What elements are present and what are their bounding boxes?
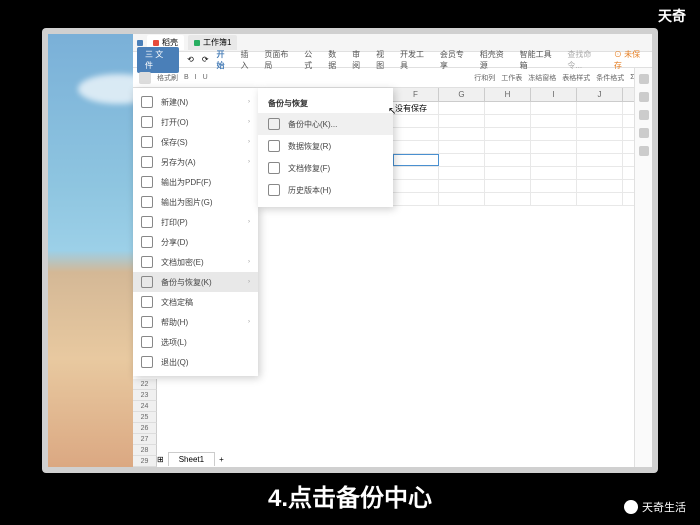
exit-icon: [141, 356, 153, 368]
backup-icon: [141, 276, 153, 288]
grid-row[interactable]: 没有保存: [393, 102, 652, 115]
row-numbers: 2223242526272829: [133, 379, 157, 467]
menu-bar: 三 文件 ⟲ ⟳ 开始 插入 页面布局 公式 数据 审阅 视图 开发工具 会员专…: [133, 52, 652, 68]
qat-icon[interactable]: ⟳: [202, 55, 209, 64]
row-header[interactable]: 29: [133, 456, 157, 467]
mouse-cursor: ↖: [388, 106, 396, 117]
submenu-title: 备份与恢复: [258, 94, 393, 113]
file-menu-finalize[interactable]: 文档定稿: [133, 292, 258, 312]
file-menu-new[interactable]: 新建(N)›: [133, 92, 258, 112]
ribbon-row-1: 格式刷 B I U 行和列 工作表 冻结窗格 表格样式 条件格式 Σ ▽: [133, 68, 652, 88]
file-menu-pdf[interactable]: 输出为PDF(F): [133, 172, 258, 192]
app-icon: [137, 40, 143, 46]
ribbon-underline[interactable]: U: [203, 74, 208, 81]
save-icon: [141, 136, 153, 148]
col-header[interactable]: J: [577, 88, 623, 101]
chevron-right-icon: ›: [248, 99, 250, 105]
repair-icon: [268, 162, 280, 174]
backup-center-icon: [268, 118, 280, 130]
finalize-icon: [141, 296, 153, 308]
open-icon: [141, 116, 153, 128]
file-menu-exit[interactable]: 退出(Q): [133, 352, 258, 372]
file-menu-share[interactable]: 分享(D): [133, 232, 258, 252]
file-menu-options[interactable]: 选项(L): [133, 332, 258, 352]
ribbon-icon[interactable]: [139, 72, 151, 84]
sheet-tabs: ⊞ Sheet1 +: [157, 451, 224, 467]
share-icon: [141, 236, 153, 248]
submenu-data-recovery[interactable]: 数据恢复(R): [258, 135, 393, 157]
selected-cell[interactable]: [393, 154, 439, 166]
tab-nav-icon[interactable]: ⊞: [157, 455, 164, 464]
col-header[interactable]: I: [531, 88, 577, 101]
col-header[interactable]: G: [439, 88, 485, 101]
column-headers: F G H I J K: [393, 88, 652, 102]
row-header[interactable]: 27: [133, 434, 157, 445]
sheet-icon: [194, 40, 200, 46]
add-sheet-icon[interactable]: +: [219, 455, 224, 464]
row-header[interactable]: 22: [133, 379, 157, 390]
ribbon-label[interactable]: 条件格式: [596, 73, 624, 83]
ribbon-label[interactable]: 格式刷: [157, 73, 178, 83]
help-icon: [141, 316, 153, 328]
ribbon-italic[interactable]: I: [195, 74, 197, 81]
sidebar-icon[interactable]: [639, 74, 649, 84]
gear-icon: [141, 336, 153, 348]
right-sidebar: [634, 68, 652, 467]
ribbon-label[interactable]: 行和列: [474, 73, 495, 83]
row-header[interactable]: 26: [133, 423, 157, 434]
file-menu-help[interactable]: 帮助(H)›: [133, 312, 258, 332]
file-menu-open[interactable]: 打开(O)›: [133, 112, 258, 132]
ribbon-bold[interactable]: B: [184, 74, 189, 81]
submenu-backup-center[interactable]: 备份中心(K)...: [258, 113, 393, 135]
qat-icon[interactable]: ⟲: [187, 55, 194, 64]
file-menu-print[interactable]: 打印(P)›: [133, 212, 258, 232]
row-header[interactable]: 23: [133, 390, 157, 401]
saveas-icon: [141, 156, 153, 168]
lock-icon: [141, 256, 153, 268]
monitor-frame: 稻壳 工作簿1 三 文件 ⟲ ⟳ 开始 插入 页面布局 公式 数据 审阅 视图 …: [42, 28, 658, 473]
sidebar-icon[interactable]: [639, 110, 649, 120]
sheet-tab[interactable]: Sheet1: [168, 452, 215, 466]
wps-spreadsheet-window: 稻壳 工作簿1 三 文件 ⟲ ⟳ 开始 插入 页面布局 公式 数据 审阅 视图 …: [133, 34, 652, 467]
col-header[interactable]: H: [485, 88, 531, 101]
sidebar-icon[interactable]: [639, 92, 649, 102]
file-menu-saveas[interactable]: 另存为(A)›: [133, 152, 258, 172]
row-header[interactable]: 25: [133, 412, 157, 423]
new-icon: [141, 96, 153, 108]
file-menu-panel: 新建(N)› 打开(O)› 保存(S)› 另存为(A)› 输出为PDF(F) 输…: [133, 88, 258, 376]
file-menu-backup[interactable]: 备份与恢复(K)›: [133, 272, 258, 292]
row-header[interactable]: 28: [133, 445, 157, 456]
main-area: 新建(N)› 打开(O)› 保存(S)› 另存为(A)› 输出为PDF(F) 输…: [133, 88, 652, 467]
file-menu-save[interactable]: 保存(S)›: [133, 132, 258, 152]
row-header[interactable]: 24: [133, 401, 157, 412]
ribbon-label[interactable]: 表格样式: [562, 73, 590, 83]
docer-icon: [153, 40, 159, 46]
backup-submenu: 备份与恢复 备份中心(K)... 数据恢复(R) 文档修复(F) 历史版本(H): [258, 88, 393, 207]
cell[interactable]: 没有保存: [393, 102, 439, 114]
ribbon-label[interactable]: 工作表: [501, 73, 522, 83]
ribbon-label[interactable]: 冻结窗格: [528, 73, 556, 83]
submenu-doc-repair[interactable]: 文档修复(F): [258, 157, 393, 179]
spreadsheet-grid[interactable]: F G H I J K 没有保存: [393, 88, 652, 467]
sidebar-icon[interactable]: [639, 146, 649, 156]
col-header[interactable]: F: [393, 88, 439, 101]
print-icon: [141, 216, 153, 228]
top-watermark: 天奇: [658, 6, 686, 26]
history-icon: [268, 184, 280, 196]
tutorial-caption: 4.点击备份中心: [268, 478, 432, 513]
image-icon: [141, 196, 153, 208]
submenu-history[interactable]: 历史版本(H): [258, 179, 393, 201]
file-menu-image[interactable]: 输出为图片(G): [133, 192, 258, 212]
desktop-wallpaper: 稻壳 工作簿1 三 文件 ⟲ ⟳ 开始 插入 页面布局 公式 数据 审阅 视图 …: [48, 34, 652, 467]
file-menu-encrypt[interactable]: 文档加密(E)›: [133, 252, 258, 272]
sidebar-icon[interactable]: [639, 128, 649, 138]
recovery-icon: [268, 140, 280, 152]
bottom-watermark: 天奇生活: [624, 499, 686, 515]
pdf-icon: [141, 176, 153, 188]
